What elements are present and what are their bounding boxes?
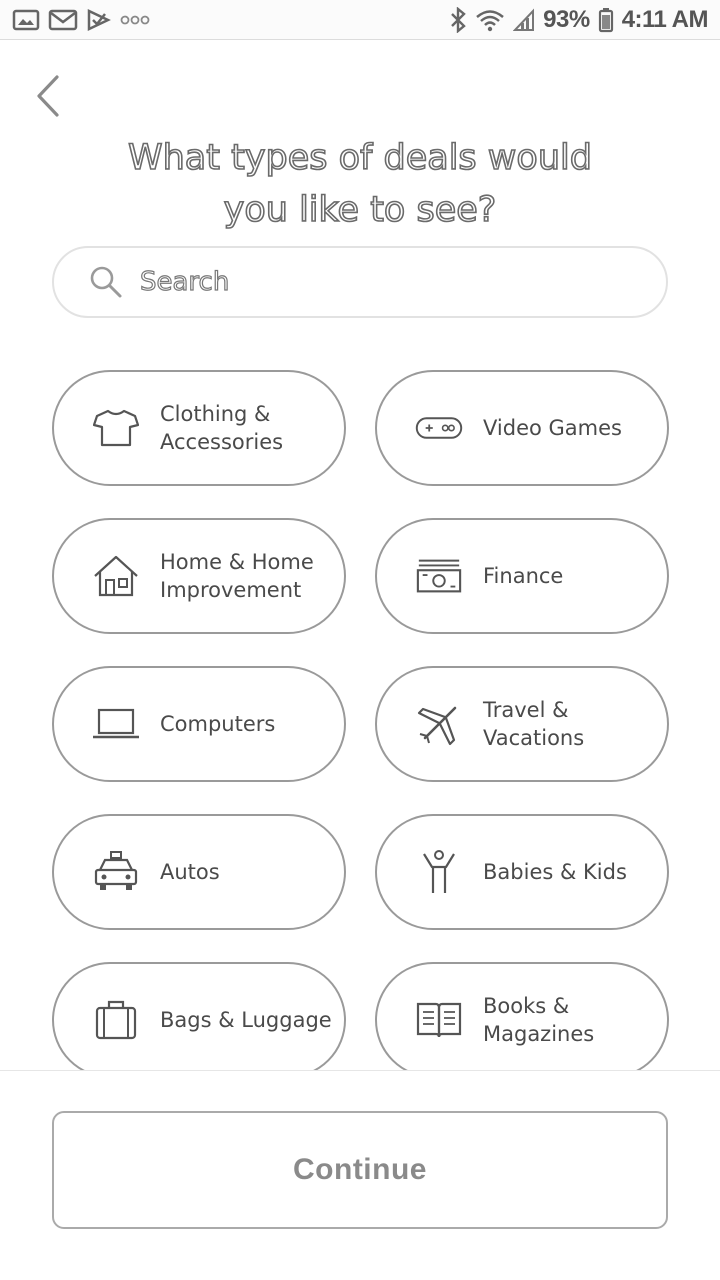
category-label: Computers (160, 712, 276, 736)
child-icon (415, 848, 463, 896)
continue-button[interactable]: Continue (52, 1111, 668, 1229)
category-label: Travel & Vacations (483, 698, 585, 750)
battery-icon (598, 7, 614, 33)
back-button[interactable] (24, 70, 72, 122)
more-dots-icon (120, 14, 150, 26)
footer: Continue (0, 1070, 720, 1280)
page-title-line1: What types of deals would (127, 137, 593, 179)
bluetooth-icon (449, 6, 467, 33)
screen: 93% 4:11 AM What types of deals would yo… (0, 0, 720, 1280)
category-computers[interactable]: Computers (52, 666, 346, 782)
airplane-icon (415, 700, 463, 748)
chevron-left-icon (33, 74, 63, 118)
status-bar-left (12, 8, 150, 32)
gamepad-icon (415, 404, 463, 452)
category-travel-vacations[interactable]: Travel & Vacations (375, 666, 669, 782)
category-books-magazines[interactable]: Books & Magazines (375, 962, 669, 1078)
category-autos[interactable]: Autos (52, 814, 346, 930)
category-label: Bags & Luggage (160, 1008, 332, 1032)
category-video-games[interactable]: Video Games (375, 370, 669, 486)
category-label: Babies & Kids (483, 860, 627, 884)
category-babies-kids[interactable]: Babies & Kids (375, 814, 669, 930)
laptop-icon (92, 700, 140, 748)
signal-icon (513, 7, 535, 32)
battery-percentage: 93% (543, 5, 590, 33)
check-icon (86, 8, 112, 32)
category-label: Finance (483, 564, 564, 588)
category-label: Home & Home Improvement (160, 550, 314, 602)
category-finance[interactable]: Finance (375, 518, 669, 634)
car-icon (92, 848, 140, 896)
house-icon (92, 552, 140, 600)
search-input[interactable] (140, 257, 620, 307)
gmail-icon (48, 8, 78, 32)
gallery-icon (12, 8, 40, 32)
category-bags-luggage[interactable]: Bags & Luggage (52, 962, 346, 1078)
money-icon (415, 552, 463, 600)
book-icon (415, 996, 463, 1044)
search-bar[interactable] (52, 246, 668, 318)
clock: 4:11 AM (621, 5, 709, 33)
search-icon (88, 264, 124, 300)
status-bar: 93% 4:11 AM (0, 0, 720, 40)
category-label: Books & Magazines (483, 994, 595, 1046)
status-bar-right: 93% 4:11 AM (449, 5, 709, 34)
wifi-icon (475, 8, 505, 32)
category-clothing-accessories[interactable]: Clothing & Accessories (52, 370, 346, 486)
tshirt-icon (92, 404, 140, 452)
category-home-improvement[interactable]: Home & Home Improvement (52, 518, 346, 634)
page-title-line2: you like to see? (223, 189, 497, 231)
category-label: Clothing & Accessories (160, 402, 284, 454)
category-label: Autos (160, 860, 220, 884)
page-title: What types of deals would you like to se… (60, 132, 660, 236)
luggage-icon (92, 996, 140, 1044)
category-label: Video Games (483, 416, 622, 440)
